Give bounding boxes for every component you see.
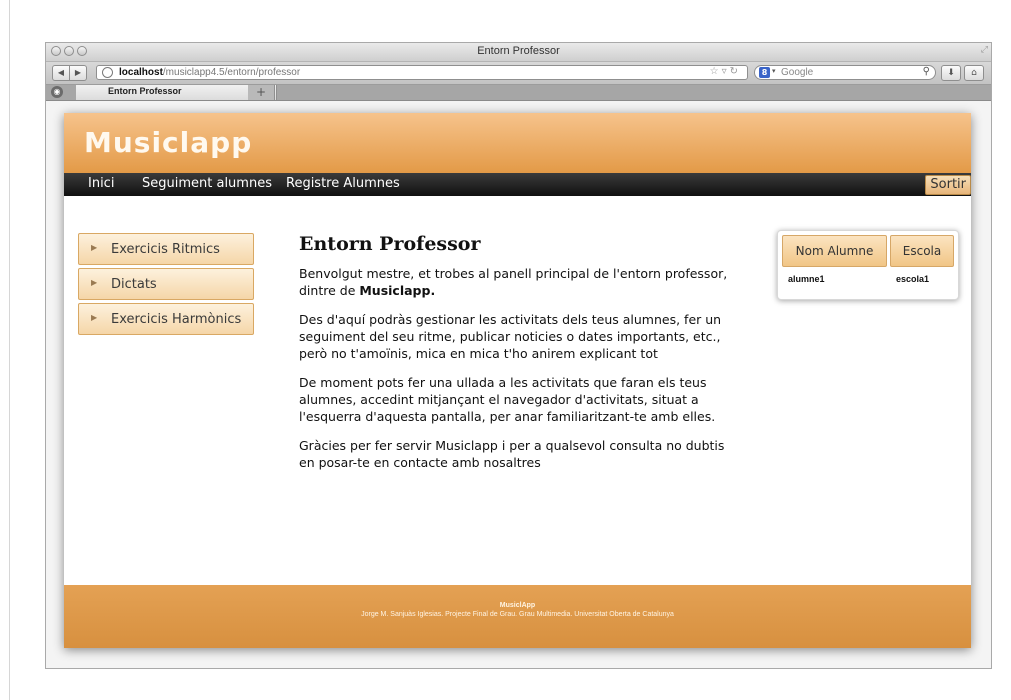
forward-button[interactable]: ▶	[70, 65, 87, 81]
fullscreen-icon[interactable]: ⤢	[981, 45, 988, 55]
sidebar-item-label: Exercicis Harmònics	[111, 312, 242, 327]
reload-icon[interactable]: ↻	[730, 66, 741, 77]
footer-title: MusiclApp	[499, 602, 536, 609]
column-header-escola[interactable]: Escola	[890, 235, 954, 267]
url-host: localhost	[119, 67, 163, 78]
page-title: Entorn Professor	[299, 233, 481, 255]
sidebar-item-label: Dictats	[111, 277, 157, 292]
browser-toolbar: ◀ ▶ localhost/musiclapp4.5/entorn/profes…	[46, 62, 991, 85]
tab-bar: ◉ Entorn Professor +	[46, 85, 991, 101]
arrow-right-icon: ▶	[91, 243, 98, 252]
students-table: Nom Alumne Escola alumne1 escola1	[777, 230, 959, 300]
sidebar-item-ritmics[interactable]: ▶ Exercicis Ritmics	[78, 233, 254, 265]
search-input[interactable]: Google	[781, 67, 813, 78]
tab-label: Entorn Professor	[108, 86, 182, 96]
site-footer: MusiclApp Jorge M. Sanjuàs Iglesias. Pro…	[64, 585, 971, 648]
page-edge-rule	[9, 0, 10, 700]
nav-buttons: ◀ ▶	[52, 65, 87, 81]
logout-button[interactable]: Sortir	[925, 175, 971, 195]
paragraph-gestionar: Des d'aquí podràs gestionar les activita…	[299, 312, 722, 361]
paragraph-activitats: De moment pots fer una ullada a les acti…	[299, 375, 716, 424]
menu-item-registre[interactable]: Registre Alumnes	[286, 176, 400, 191]
student-school-cell: escola1	[896, 274, 930, 284]
url-actions: ☆▿↻	[710, 66, 741, 77]
site-container: Musiclapp Inici Seguiment alumnes Regist…	[64, 113, 971, 648]
main-menu: Inici Seguiment alumnes Registre Alumnes…	[64, 173, 971, 196]
back-button[interactable]: ◀	[52, 65, 70, 81]
arrow-right-icon: ▶	[91, 313, 98, 322]
sidebar-item-harmonics[interactable]: ▶ Exercicis Harmònics	[78, 303, 254, 335]
window-title: Entorn Professor	[477, 45, 560, 57]
column-header-nom-alumne[interactable]: Nom Alumne	[782, 235, 887, 267]
google-icon[interactable]: 8	[759, 67, 770, 78]
page-viewport: Musiclapp Inici Seguiment alumnes Regist…	[46, 101, 991, 668]
new-tab-button[interactable]: +	[248, 85, 275, 100]
paragraph-gracies: Gràcies per fer servir Musiclapp i per a…	[299, 438, 725, 470]
downloads-button[interactable]: ⬇	[941, 65, 961, 81]
site-header: Musiclapp	[64, 113, 971, 173]
globe-icon	[102, 67, 113, 78]
address-bar[interactable]: localhost/musiclapp4.5/entorn/professor …	[96, 65, 748, 80]
url-text: localhost/musiclapp4.5/entorn/professor	[119, 67, 300, 78]
sidebar-item-dictats[interactable]: ▶ Dictats	[78, 268, 254, 300]
footer-credit: Jorge M. Sanjuàs Iglesias. Projecte Fina…	[361, 611, 674, 618]
home-button[interactable]: ⌂	[964, 65, 984, 81]
search-engine-caret-icon[interactable]: ▾	[772, 67, 776, 75]
search-bar[interactable]: 8 ▾ Google ⚲	[754, 65, 936, 80]
bookmark-star-icon[interactable]: ☆	[710, 66, 722, 77]
sidebar-item-label: Exercicis Ritmics	[111, 242, 220, 257]
browser-window: Entorn Professor ⤢ ◀ ▶ localhost/musicla…	[45, 42, 992, 669]
arrow-right-icon: ▶	[91, 278, 98, 287]
activity-navigator: ▶ Exercicis Ritmics ▶ Dictats ▶ Exercici…	[78, 233, 256, 338]
url-path: /musiclapp4.5/entorn/professor	[162, 67, 301, 78]
menu-item-inici[interactable]: Inici	[88, 176, 114, 191]
intro-paragraph: Benvolgut mestre, et trobes al panell pr…	[299, 265, 739, 299]
main-content: Entorn Professor Benvolgut mestre, et tr…	[299, 233, 739, 483]
menu-item-seguiment[interactable]: Seguiment alumnes	[142, 176, 272, 191]
student-name-cell[interactable]: alumne1	[788, 274, 825, 284]
tab-groups-icon[interactable]: ◉	[51, 86, 63, 98]
search-icon[interactable]: ⚲	[923, 66, 930, 77]
site-logo[interactable]: Musiclapp	[84, 126, 252, 159]
app-name: Musiclapp.	[359, 283, 436, 298]
title-bar: Entorn Professor ⤢	[46, 43, 991, 62]
tab-entorn-professor[interactable]: Entorn Professor	[76, 85, 277, 100]
dropdown-icon[interactable]: ▿	[722, 66, 730, 77]
